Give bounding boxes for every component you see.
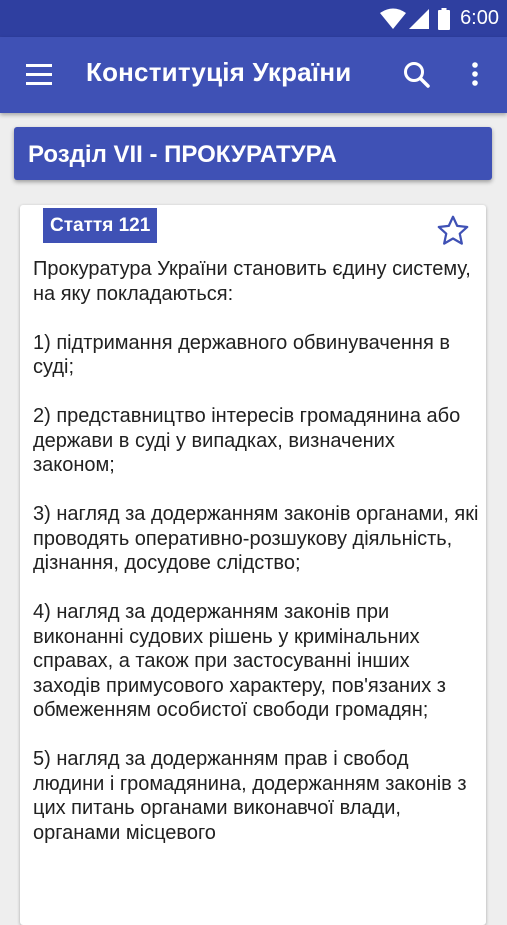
article-text: Прокуратура України становить єдину сист… — [33, 257, 481, 870]
article-paragraph: 3) нагляд за додержанням законів органам… — [33, 503, 479, 574]
favorite-button[interactable] — [435, 213, 471, 249]
app-bar: Конституція України — [0, 37, 507, 113]
wifi-icon — [380, 8, 407, 30]
section-title: Розділ VII - ПРОКУРАТУРА — [28, 141, 337, 168]
article-paragraph: 2) представництво інтересів громадянина … — [33, 405, 461, 476]
status-bar: 6:00 — [0, 0, 507, 37]
more-options-button[interactable] — [465, 59, 485, 91]
app-title: Конституція України — [86, 57, 352, 87]
menu-button[interactable] — [22, 59, 56, 91]
menu-icon-line — [26, 73, 52, 76]
more-vertical-icon — [472, 62, 478, 86]
menu-icon-line — [26, 82, 52, 85]
article-card: Стаття 121 Прокуратура України становить… — [20, 205, 486, 925]
article-paragraph: 4) нагляд за додержанням законів при вик… — [33, 601, 446, 721]
signal-icon — [408, 8, 430, 30]
status-time: 6:00 — [460, 7, 499, 29]
section-header: Розділ VII - ПРОКУРАТУРА — [14, 127, 492, 180]
battery-icon — [438, 7, 451, 30]
article-number-badge: Стаття 121 — [43, 208, 158, 243]
search-icon — [404, 62, 430, 88]
status-icons: 6:00 — [380, 0, 499, 37]
article-paragraph: Прокуратура України становить єдину сист… — [33, 258, 471, 305]
menu-icon — [26, 64, 52, 67]
search-button[interactable] — [401, 59, 433, 91]
star-outline-icon — [437, 215, 469, 245]
article-paragraph: 1) підтримання державного обвинувачення … — [33, 331, 450, 379]
article-paragraph: 5) нагляд за додержанням прав і свобод л… — [33, 748, 467, 844]
